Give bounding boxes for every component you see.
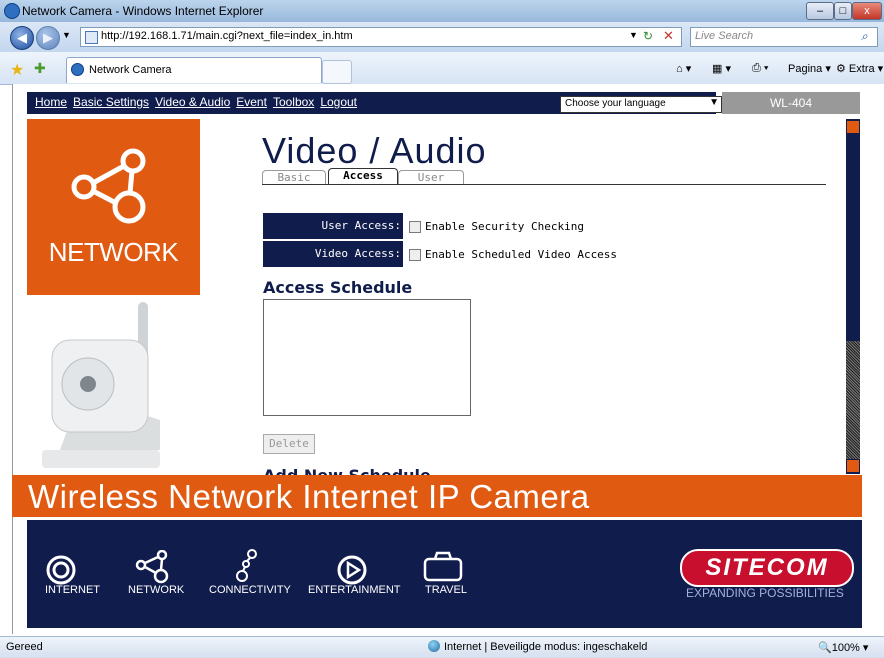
travel-icon: [423, 551, 463, 582]
connectivity-icon: [236, 549, 257, 582]
address-dropdown-icon[interactable]: ▼: [629, 30, 638, 40]
delete-button[interactable]: Delete: [263, 434, 315, 454]
address-bar[interactable]: http://192.168.1.71/main.cgi?next_file=i…: [80, 27, 682, 47]
network-label: NETWORK: [48, 237, 179, 267]
brand-tagline: EXPANDING POSSIBILITIES: [686, 586, 844, 600]
search-placeholder: Live Search: [695, 30, 754, 42]
scheduled-access-checkbox[interactable]: [409, 249, 421, 261]
footer-internet: INTERNET: [45, 584, 100, 596]
status-bar: Gereed Internet | Beveiligde modus: inge…: [0, 636, 884, 658]
extra-menu[interactable]: ⚙ Extra ▾: [836, 62, 883, 75]
nav-toolbox[interactable]: Toolbox: [273, 95, 314, 109]
tab-ie-icon: [71, 63, 84, 76]
user-access-label-cell: User Access:: [263, 213, 403, 239]
network-tile: NETWORK: [27, 119, 200, 295]
new-tab-button[interactable]: [322, 60, 352, 84]
status-text: Gereed: [6, 641, 43, 653]
search-box[interactable]: Live Search ⌕: [690, 27, 878, 47]
banner-text: Wireless Network Internet IP Camera: [28, 478, 590, 515]
tab-basic[interactable]: Basic: [262, 170, 326, 185]
tab-underline: [262, 184, 826, 185]
refresh-icon[interactable]: ↻: [643, 29, 653, 43]
entertainment-icon: [337, 555, 367, 585]
minimize-button[interactable]: –: [806, 2, 834, 20]
camera-image: [42, 302, 160, 468]
network-icon: [71, 148, 146, 224]
footer-travel: TRAVEL: [425, 584, 467, 596]
extra-menu-label: Extra: [848, 63, 875, 75]
internet-zone-icon: [428, 640, 440, 652]
back-button[interactable]: ◀: [10, 26, 34, 50]
browser-tab[interactable]: Network Camera: [66, 57, 322, 83]
print-icon[interactable]: ⎙ ▾: [752, 62, 768, 75]
chevron-down-icon: ▼: [709, 97, 719, 108]
stop-icon[interactable]: ✕: [663, 28, 674, 44]
security-zone-text: Internet | Beveiligde modus: ingeschakel…: [444, 641, 648, 653]
window-title-bar: Network Camera - Windows Internet Explor…: [0, 0, 884, 22]
zoom-value: 100%: [831, 642, 860, 654]
video-access-label: Video Access:: [314, 247, 401, 260]
access-schedule-title: Access Schedule: [263, 278, 413, 297]
nav-logout[interactable]: Logout: [320, 95, 357, 109]
tab-user[interactable]: User: [398, 170, 464, 185]
search-icon[interactable]: ⌕: [861, 29, 868, 44]
home-icon[interactable]: ⌂ ▾: [676, 62, 691, 75]
footer-entertainment: ENTERTAINMENT: [308, 584, 401, 596]
scroll-up-arrow[interactable]: [847, 121, 859, 133]
page-icon: [85, 31, 98, 44]
internet-icon: [46, 555, 76, 585]
favorites-star-icon[interactable]: ★: [10, 60, 24, 80]
footer-connectivity: CONNECTIVITY: [209, 584, 291, 596]
security-checking-checkbox[interactable]: [409, 221, 421, 233]
nav-event[interactable]: Event: [236, 95, 267, 109]
security-checking-text: Enable Security Checking: [425, 220, 584, 233]
address-url: http://192.168.1.71/main.cgi?next_file=i…: [101, 30, 353, 42]
add-favorites-icon[interactable]: ✚: [34, 60, 46, 77]
maximize-button[interactable]: □: [834, 2, 852, 20]
page-menu[interactable]: Pagina ▾: [788, 62, 831, 75]
language-select-value: Choose your language: [565, 98, 666, 109]
nav-video-audio[interactable]: Video & Audio: [155, 95, 230, 109]
scrollbar-thumb[interactable]: [846, 341, 860, 459]
zoom-level[interactable]: 🔍100% ▾: [818, 641, 868, 654]
footer-network: NETWORK: [128, 584, 185, 596]
video-access-label-cell: Video Access:: [263, 241, 403, 267]
window-title: Network Camera - Windows Internet Explor…: [22, 4, 264, 18]
feeds-icon[interactable]: ▦ ▾: [712, 62, 731, 75]
scroll-down-arrow[interactable]: [847, 460, 859, 472]
scheduled-access-text: Enable Scheduled Video Access: [425, 248, 618, 261]
page-menu-label: Pagina: [788, 63, 823, 75]
forward-button[interactable]: ▶: [36, 26, 60, 50]
language-select[interactable]: Choose your language ▼: [560, 96, 722, 113]
content-scrollbar[interactable]: [846, 119, 860, 474]
model-badge: WL-404: [722, 92, 860, 114]
schedule-list[interactable]: [263, 299, 471, 416]
footer-network-icon: [135, 550, 169, 584]
tab-title: Network Camera: [89, 64, 172, 76]
tab-access[interactable]: Access: [328, 168, 398, 185]
nav-basic-settings[interactable]: Basic Settings: [73, 95, 149, 109]
product-banner: Wireless Network Internet IP Camera: [12, 475, 862, 517]
nav-home[interactable]: Home: [35, 95, 67, 109]
close-window-button[interactable]: x: [852, 2, 882, 20]
page-title: Video / Audio: [262, 130, 487, 171]
user-access-label: User Access:: [321, 219, 401, 232]
ie-icon: [4, 3, 20, 19]
history-dropdown-icon[interactable]: ▼: [62, 30, 71, 40]
sitecom-logo: SITECOM: [680, 549, 854, 587]
